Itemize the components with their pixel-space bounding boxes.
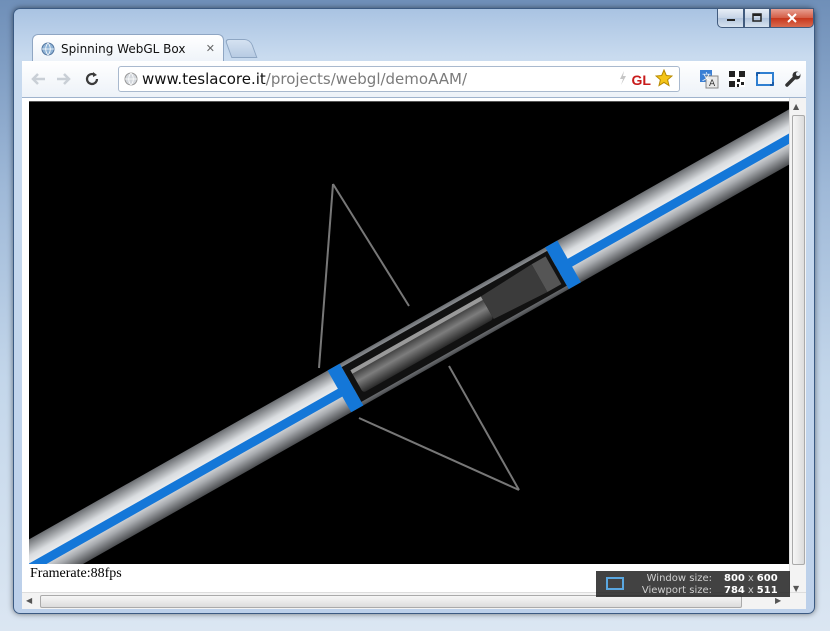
inner-cylinder [351,297,493,392]
translate-icon[interactable]: 文A [698,68,720,90]
tube [29,104,789,564]
qr-icon[interactable] [726,68,748,90]
viewport-width: 784 [724,585,745,596]
scroll-right-icon[interactable]: ▶ [775,596,781,605]
wrench-icon[interactable] [782,68,804,90]
vertical-scrollbar[interactable]: ▲ ▼ [789,98,806,598]
scroll-left-icon[interactable]: ◀ [26,596,32,605]
forward-button[interactable] [54,69,74,89]
address-bar[interactable]: www.teslacore.it/projects/webgl/demoAAM/… [118,66,680,92]
star-icon[interactable] [654,68,674,91]
page-viewport: Framerate:88fps ▲ ▼ ◀ ▶ Window size: 800… [22,98,806,609]
window-size-label: Window size: [646,573,712,584]
tab-title: Spinning WebGL Box [61,41,186,56]
maximize-button[interactable] [744,8,770,28]
framerate-text: Framerate:88fps [30,566,122,581]
back-icon [31,73,45,85]
window-width: 800 [724,573,745,584]
window-size-overlay: Window size: 800 x 600 Viewport size: 784 x… [596,571,790,597]
maximize-icon [752,13,762,22]
reload-button[interactable] [82,69,102,89]
address-url: www.teslacore.it/projects/webgl/demoAAM/ [142,70,467,88]
tube-scene [29,104,789,564]
window-size-row: Window size: 800 x 600 [632,573,784,584]
svg-text:A: A [709,79,716,89]
back-button[interactable] [28,69,48,89]
address-path: /projects/webgl/demoAAM/ [265,70,468,88]
tab-close-icon[interactable]: ✕ [206,42,215,55]
globe-icon [124,72,138,86]
omnibox-actions: GL [618,68,674,91]
minimize-icon [726,19,735,21]
window-height: 600 [756,573,778,584]
browser-toolbar: www.teslacore.it/projects/webgl/demoAAM/… [22,61,806,98]
window-resize-icon[interactable] [754,68,776,90]
viewport-height: 511 [756,585,778,596]
minimize-button[interactable] [717,8,744,28]
tab-active[interactable]: Spinning WebGL Box ✕ [32,34,224,62]
close-icon [787,13,797,23]
viewport-size-row: Viewport size: 784 x 511 [632,585,784,596]
forward-icon [57,73,71,85]
lightning-icon[interactable] [618,70,628,90]
close-window-button[interactable] [770,8,814,28]
webgl-canvas[interactable] [29,101,789,564]
address-domain: www.teslacore.it [142,70,266,88]
resize-screen-icon [606,577,624,590]
vertical-scroll-thumb[interactable] [792,115,805,565]
window-controls [717,8,814,28]
viewport-size-label: Viewport size: [641,585,712,596]
browser-window: Spinning WebGL Box ✕ www.teslacore.it/pr… [13,8,815,614]
scroll-up-icon[interactable]: ▲ [793,102,799,111]
new-tab-button[interactable] [224,39,258,58]
gl-badge[interactable]: GL [632,72,651,88]
globe-icon [41,42,55,56]
reload-icon [85,72,99,86]
